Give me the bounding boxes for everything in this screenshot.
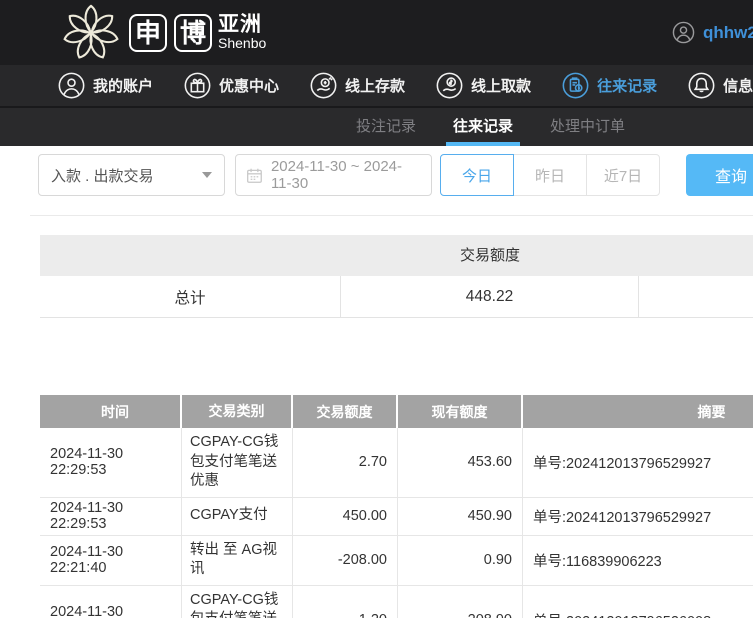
date-range-value: 2024-11-30 ~ 2024-11-30 [271, 158, 421, 192]
summary-table: 交易额度 总计 448.22 [40, 235, 753, 318]
flower-logo-icon [60, 2, 122, 64]
search-button[interactable]: 查询 [686, 154, 753, 196]
table-header-row: 时间 交易类别 交易额度 现有额度 摘要 [40, 395, 753, 428]
nav-item-promotions[interactable]: 优惠中心 [184, 72, 279, 99]
main-navigation: 我的账户 优惠中心 线上存款 [0, 65, 753, 108]
quick-date-buttons: 今日 昨日 近7日 [440, 154, 660, 196]
cell-type: CGPAY-CG钱包支付笔笔送优惠 [182, 428, 293, 497]
tab-betting-records[interactable]: 投注记录 [356, 108, 416, 146]
bell-icon [688, 72, 715, 99]
column-header-type: 交易类别 [182, 395, 293, 428]
cell-time: 2024-11-30 22:21:31 [40, 586, 182, 618]
logo-subtitle-text: Shenbo [218, 36, 266, 51]
nav-item-deposit[interactable]: 线上存款 [310, 72, 405, 99]
chevron-down-icon [202, 172, 212, 178]
logo-region-text: 亚洲 [218, 14, 266, 36]
filter-toolbar: 入款 . 出款交易 2024-11-30 ~ 2024-11-30 今日 昨日 … [0, 146, 753, 215]
dropdown-selected-value: 入款 . 出款交易 [51, 165, 154, 186]
transaction-type-dropdown[interactable]: 入款 . 出款交易 [38, 154, 225, 196]
user-icon [58, 72, 85, 99]
cell-balance: 453.60 [398, 428, 523, 497]
page: 申 博 亚洲 Shenbo qhhw2 我的账户 [0, 0, 753, 618]
column-header-balance: 现有额度 [398, 395, 523, 428]
table-row: 2024-11-30 22:21:40 转出 至 AG视讯 -208.00 0.… [40, 536, 753, 586]
yesterday-button[interactable]: 昨日 [513, 154, 587, 196]
table-row: 2024-11-30 22:21:31 CGPAY-CG钱包支付笔笔送优惠 1.… [40, 586, 753, 618]
cell-type: 转出 至 AG视讯 [182, 536, 293, 585]
table-row: 2024-11-30 22:29:53 CGPAY-CG钱包支付笔笔送优惠 2.… [40, 428, 753, 498]
transactions-table: 时间 交易类别 交易额度 现有额度 摘要 2024-11-30 22:29:53… [40, 395, 753, 618]
summary-total-value: 448.22 [341, 276, 639, 317]
nav-label: 信息 [723, 75, 753, 96]
gift-icon [184, 72, 211, 99]
records-icon [562, 72, 589, 99]
cell-amount: -208.00 [293, 536, 398, 585]
tab-transaction-records[interactable]: 往来记录 [453, 108, 513, 146]
nav-item-messages[interactable]: 信息 [688, 72, 753, 99]
top-header-bar: 申 博 亚洲 Shenbo qhhw2 [0, 0, 753, 65]
section-divider [30, 215, 753, 216]
cell-type: CGPAY支付 [182, 498, 293, 535]
table-row: 2024-11-30 22:29:53 CGPAY支付 450.00 450.9… [40, 498, 753, 536]
avatar-icon [672, 21, 695, 44]
nav-item-withdraw[interactable]: 线上取款 [436, 72, 531, 99]
column-header-amount: 交易额度 [293, 395, 398, 428]
cell-amount: 1.20 [293, 586, 398, 618]
date-range-picker[interactable]: 2024-11-30 ~ 2024-11-30 [235, 154, 432, 196]
today-button[interactable]: 今日 [440, 154, 514, 196]
deposit-icon [310, 72, 337, 99]
column-header-memo: 摘要 [523, 395, 753, 428]
cell-balance: 208.90 [398, 586, 523, 618]
column-header-time: 时间 [40, 395, 182, 428]
cell-amount: 2.70 [293, 428, 398, 497]
nav-item-my-account[interactable]: 我的账户 [58, 72, 153, 99]
withdraw-icon [436, 72, 463, 99]
nav-label: 线上取款 [471, 75, 531, 96]
record-tabs-bar: 投注记录 往来记录 处理中订单 [0, 108, 753, 146]
tab-pending-orders[interactable]: 处理中订单 [550, 108, 625, 146]
nav-label: 线上存款 [345, 75, 405, 96]
cell-time: 2024-11-30 22:29:53 [40, 498, 182, 535]
brand-logo[interactable]: 申 博 亚洲 Shenbo [60, 2, 266, 64]
nav-label: 优惠中心 [219, 75, 279, 96]
cell-amount: 450.00 [293, 498, 398, 535]
summary-table-header: 交易额度 [40, 235, 753, 276]
cell-time: 2024-11-30 22:21:40 [40, 536, 182, 585]
nav-label: 往来记录 [597, 75, 657, 96]
cell-memo: 单号:202412013796529927 [523, 428, 753, 497]
summary-amount-header: 交易额度 [341, 235, 639, 276]
username-text[interactable]: qhhw2 [703, 23, 753, 43]
summary-table-row: 总计 448.22 [40, 276, 753, 318]
cell-balance: 450.90 [398, 498, 523, 535]
user-account-area[interactable]: qhhw2 [672, 0, 753, 65]
cell-memo: 单号:116839906223 [523, 536, 753, 585]
calendar-icon [246, 166, 263, 185]
last7days-button[interactable]: 近7日 [586, 154, 660, 196]
cell-balance: 0.90 [398, 536, 523, 585]
cell-type: CGPAY-CG钱包支付笔笔送优惠 [182, 586, 293, 618]
cell-time: 2024-11-30 22:29:53 [40, 428, 182, 497]
cell-memo: 单号:202412013796526008 [523, 586, 753, 618]
logo-char-shen: 申 [129, 14, 167, 52]
nav-item-transaction-records[interactable]: 往来记录 [562, 72, 657, 99]
nav-label: 我的账户 [93, 75, 153, 96]
logo-wordmark: 亚洲 Shenbo [218, 14, 266, 51]
summary-total-label: 总计 [40, 276, 341, 317]
cell-memo: 单号:202412013796529927 [523, 498, 753, 535]
summary-empty-cell [639, 276, 753, 317]
logo-char-bo: 博 [174, 14, 212, 52]
